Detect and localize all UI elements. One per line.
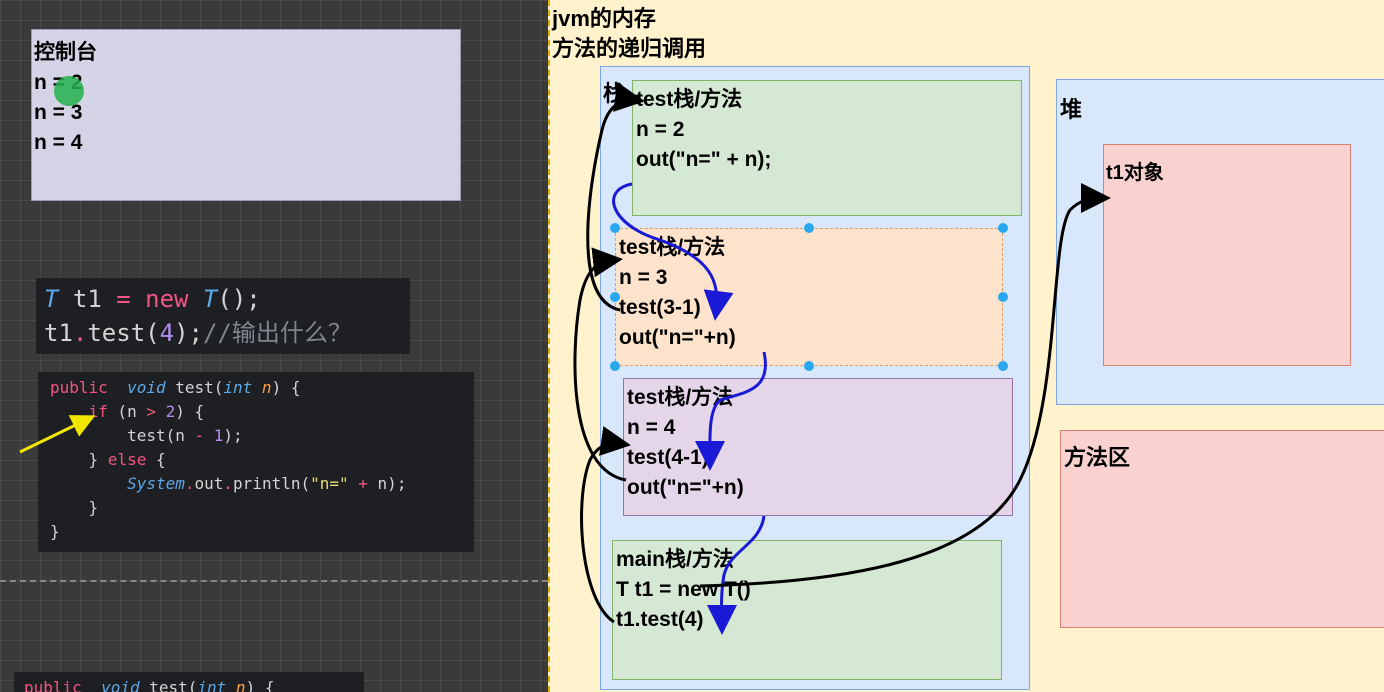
code-snippet-partial: public void test(int n) { — [14, 672, 364, 692]
stack-frame-test-n3[interactable]: test栈/方法 n = 3 test(3-1) out("n="+n) — [615, 228, 1003, 366]
stack-frame-test-n2[interactable]: test栈/方法 n = 2 out("n=" + n); — [632, 80, 1022, 216]
code-line: public void test(int n) { — [24, 678, 275, 692]
stack-frame-main[interactable]: main栈/方法 T t1 = new T() t1.test(4) — [612, 540, 1002, 680]
pointer-arrow-icon — [19, 415, 96, 454]
method-area-label: 方法区 — [1064, 445, 1131, 470]
resize-handle[interactable] — [998, 292, 1008, 302]
divider — [0, 580, 548, 582]
resize-handle[interactable] — [610, 223, 620, 233]
diagram-title: jvm的内存 方法的递归调用 — [552, 6, 707, 61]
resize-handle[interactable] — [998, 361, 1008, 371]
resize-handle[interactable] — [804, 223, 814, 233]
stack-frame-test-n4[interactable]: test栈/方法 n = 4 test(4-1) out("n="+n) — [623, 378, 1013, 516]
left-panel: 控制台 n = 2 n = 3 n = 4 T t1 = new T(); t1… — [0, 0, 548, 692]
heap-label: 堆 — [1060, 97, 1083, 122]
resize-handle[interactable] — [610, 292, 620, 302]
jvm-memory-diagram: jvm的内存 方法的递归调用 栈 堆 t1对象 方法区 test栈/方法 n =… — [548, 0, 1384, 692]
resize-handle[interactable] — [998, 223, 1008, 233]
resize-handle[interactable] — [804, 361, 814, 371]
resize-handle[interactable] — [610, 361, 620, 371]
stack-label: 栈 — [603, 81, 626, 106]
t1-object-label: t1对象 — [1106, 162, 1164, 184]
